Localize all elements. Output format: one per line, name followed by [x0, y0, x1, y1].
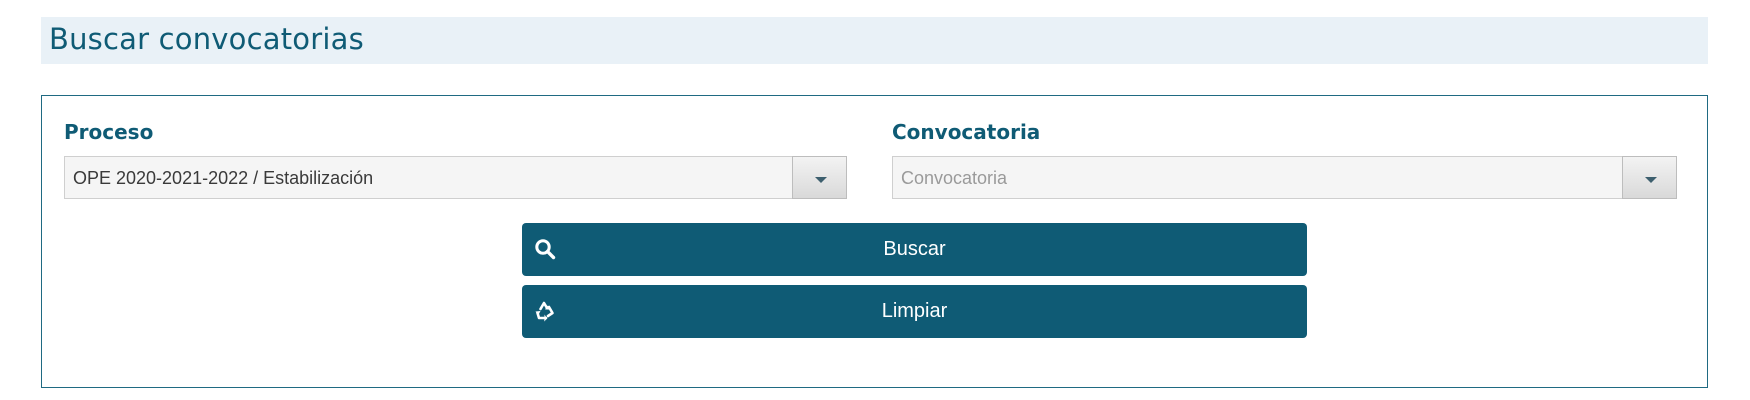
clear-button[interactable]: Limpiar	[522, 285, 1307, 338]
convocatoria-select[interactable]: Convocatoria	[892, 156, 1677, 199]
clear-button-label: Limpiar	[881, 300, 948, 322]
convocatoria-placeholder: Convocatoria	[901, 168, 1008, 188]
page: Buscar convocatorias Proceso OPE 2020-20…	[0, 0, 1750, 400]
proceso-selected-value: OPE 2020-2021-2022 / Estabilización	[73, 168, 374, 188]
proceso-label: Proceso	[64, 120, 154, 144]
search-button-label: Buscar	[883, 238, 946, 260]
chevron-down-icon	[1645, 177, 1657, 183]
proceso-dropdown-button[interactable]	[792, 156, 847, 199]
proceso-select[interactable]: OPE 2020-2021-2022 / Estabilización	[64, 156, 847, 199]
search-panel: Proceso OPE 2020-2021-2022 / Estabilizac…	[41, 95, 1708, 388]
convocatoria-label: Convocatoria	[892, 120, 1041, 144]
search-button[interactable]: Buscar	[522, 223, 1307, 276]
convocatoria-dropdown-button[interactable]	[1622, 156, 1677, 199]
page-title: Buscar convocatorias	[49, 22, 364, 56]
chevron-down-icon	[815, 177, 827, 183]
page-header: Buscar convocatorias	[41, 17, 1708, 64]
